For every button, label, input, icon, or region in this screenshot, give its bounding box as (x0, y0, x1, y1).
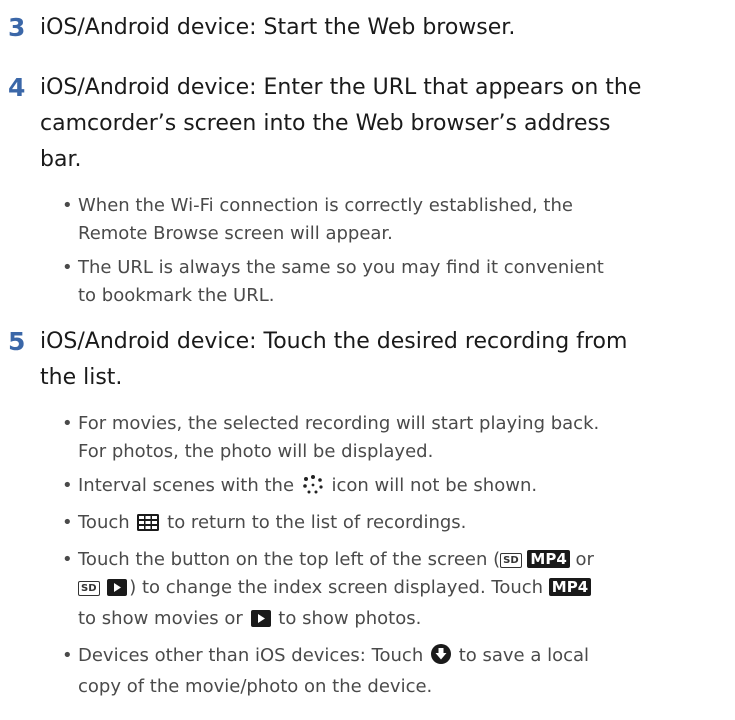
bullet-line: For movies, the selected recording will … (78, 413, 600, 434)
heading-line: camcorder’s screen into the Web browser’… (40, 111, 611, 136)
text-run: ) to change the index screen displayed. … (129, 577, 544, 598)
text-run: or (575, 549, 594, 570)
list-item: Devices other than iOS devices: Touch to… (62, 642, 712, 701)
step-number: 3 (8, 13, 26, 42)
bullet-line: to bookmark the URL. (78, 285, 275, 306)
text-run: Touch (78, 512, 130, 533)
step-number: 4 (8, 73, 26, 102)
list-item: When the Wi-Fi connection is correctly e… (62, 192, 712, 248)
text-run: to show photos. (278, 608, 422, 629)
bullet-line: Interval scenes with the (78, 472, 712, 503)
bullet-line: Remote Browse screen will appear. (78, 223, 393, 244)
download-arrow-icon (430, 644, 451, 673)
heading-line: the list. (40, 365, 123, 390)
text-run: Touch the button on the top left of the … (78, 549, 501, 570)
heading-line: iOS/Android device: Touch the desired re… (40, 329, 628, 354)
text-run: icon will not be shown. (331, 475, 538, 496)
list-item: The URL is always the same so you may fi… (62, 254, 712, 310)
bullet-line: Touch (78, 509, 712, 540)
photo-play-icon (107, 577, 128, 605)
list-item: Touch the button on the top left of the … (62, 546, 712, 636)
list-item: For movies, the selected recording will … (62, 410, 712, 466)
mp4-badge: MP4 (548, 578, 592, 596)
interval-dots-icon (302, 474, 324, 503)
text-run: to show movies or (78, 608, 243, 629)
mp4-badge: MP4 (527, 550, 570, 568)
list-item: Touch (62, 509, 712, 540)
text-run: Devices other than iOS devices: Touch (78, 645, 424, 666)
step-heading: iOS/Android device: Enter the URL that a… (40, 70, 712, 178)
bullet-list: For movies, the selected recording will … (62, 410, 712, 707)
text-run: to return to the list of recordings. (167, 512, 467, 533)
bullet-line: The URL is always the same so you may fi… (78, 257, 604, 278)
bullet-line: SD ) to change the index screen displaye… (78, 574, 712, 605)
sd-card-badge: SD (78, 581, 100, 596)
photo-play-icon (250, 608, 271, 636)
bullet-line: For photos, the photo will be displayed. (78, 441, 434, 462)
sd-card-badge: SD (500, 553, 522, 568)
manual-page: 3 iOS/Android device: Start the Web brow… (0, 0, 735, 720)
bullet-line: When the Wi-Fi connection is correctly e… (78, 195, 573, 216)
bullet-line: Touch the button on the top left of the … (78, 546, 712, 574)
bullet-line: to show movies or to show photos. (78, 605, 712, 636)
grid-index-icon (137, 512, 160, 540)
bullet-list: When the Wi-Fi connection is correctly e… (62, 192, 712, 316)
heading-line: bar. (40, 147, 82, 172)
list-item: Interval scenes with the (62, 472, 712, 503)
step-heading: iOS/Android device: Start the Web browse… (40, 15, 516, 40)
step-number: 5 (8, 327, 26, 356)
text-run: to save a local (458, 645, 590, 666)
step-heading: iOS/Android device: Touch the desired re… (40, 324, 712, 396)
text-run: Interval scenes with the (78, 475, 295, 496)
bullet-line: Devices other than iOS devices: Touch to… (78, 642, 712, 673)
heading-line: iOS/Android device: Enter the URL that a… (40, 75, 642, 100)
bullet-line: copy of the movie/photo on the device. (78, 676, 433, 697)
